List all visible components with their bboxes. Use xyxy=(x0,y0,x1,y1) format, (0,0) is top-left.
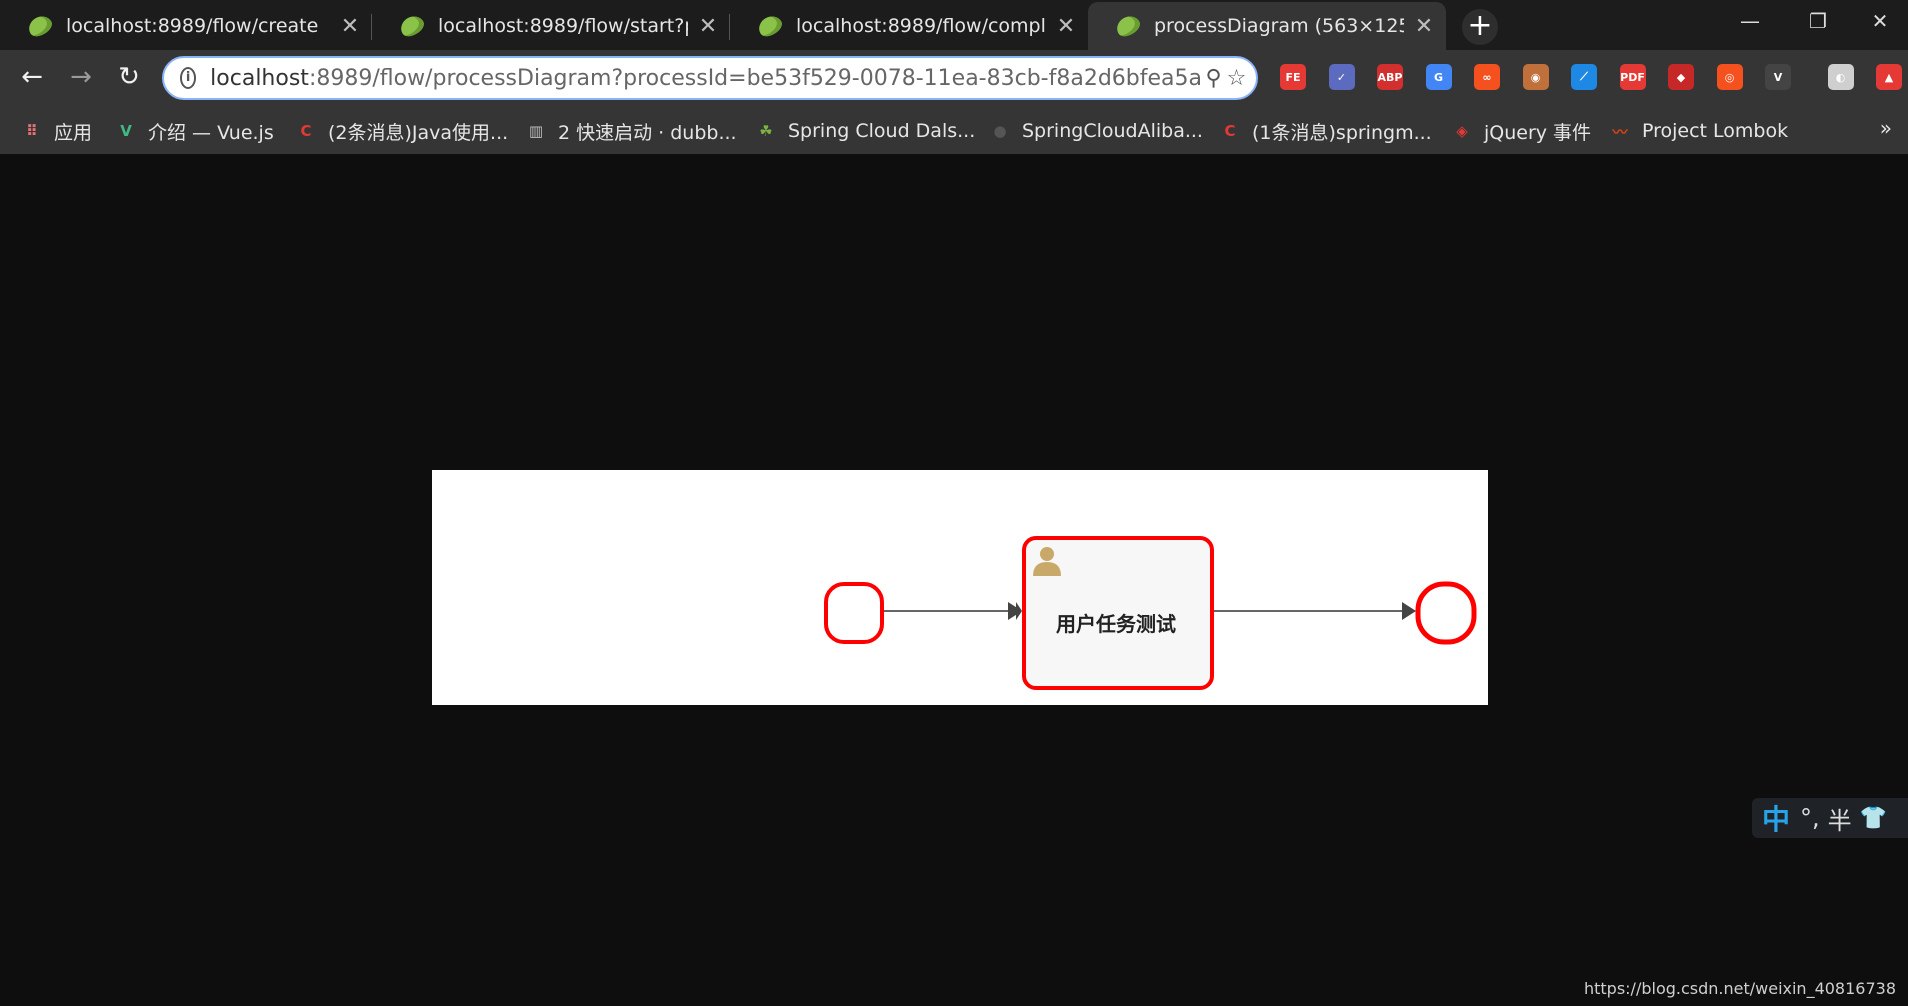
tab-flow-complete[interactable]: localhost:8989/flow/complete? ✕ xyxy=(730,2,1088,50)
close-icon[interactable]: ✕ xyxy=(1414,14,1434,39)
extension-icon[interactable]: ◎ xyxy=(1716,64,1743,90)
bookmark-item[interactable]: ☘ Spring Cloud Dals... xyxy=(756,118,975,144)
tab-title: localhost:8989/flow/start?proc xyxy=(438,15,688,37)
bookmark-item[interactable]: C (1条消息)springm... xyxy=(1220,118,1432,144)
url-text[interactable]: localhost:8989/flow/processDiagram?proce… xyxy=(210,66,1202,91)
bpmn-diagram xyxy=(824,536,1477,690)
bookmark-label: 介绍 — Vue.js xyxy=(148,121,274,144)
new-tab-button[interactable]: + xyxy=(1462,9,1498,45)
bookmarks-overflow-button[interactable]: » xyxy=(1880,116,1892,140)
bookmark-item[interactable]: C (2条消息)Java使用... xyxy=(296,118,508,144)
bookmark-favicon-icon: ☘ xyxy=(759,122,773,140)
bookmark-label: SpringCloudAliba... xyxy=(1022,120,1203,142)
bookmark-star-icon[interactable]: ☆ xyxy=(1225,66,1248,91)
extension-icon[interactable]: ◐ xyxy=(1827,64,1854,90)
minimize-button[interactable]: — xyxy=(1716,0,1784,42)
forward-button[interactable]: → xyxy=(66,62,96,92)
close-icon[interactable]: ✕ xyxy=(340,14,360,39)
spring-leaf-icon xyxy=(1113,12,1143,40)
tab-flow-start[interactable]: localhost:8989/flow/start?proc ✕ xyxy=(372,2,730,50)
url-host: localhost xyxy=(210,65,309,91)
close-icon[interactable]: ✕ xyxy=(1056,14,1076,39)
tab-title: localhost:8989/flow/create xyxy=(66,15,319,37)
bookmark-favicon-icon: ▥ xyxy=(528,122,544,140)
back-button[interactable]: ← xyxy=(17,62,47,92)
address-bar[interactable]: i localhost:8989/flow/processDiagram?pro… xyxy=(162,56,1258,100)
bookmark-label: 2 快速启动 · dubb... xyxy=(558,121,737,144)
extension-icon[interactable]: ▲ xyxy=(1876,64,1902,90)
bookmark-item[interactable]: ◈ jQuery 事件 xyxy=(1452,118,1591,144)
close-icon[interactable]: ✕ xyxy=(698,14,718,39)
bookmark-label: (1条消息)springm... xyxy=(1252,121,1432,144)
extension-icon[interactable]: G xyxy=(1425,64,1452,90)
start-event xyxy=(824,582,884,644)
ime-toolbar[interactable]: 中 °, 半 👕 xyxy=(1752,798,1908,838)
bookmark-favicon-icon: ◈ xyxy=(1456,122,1468,140)
spring-leaf-icon xyxy=(25,12,55,40)
tab-strip: localhost:8989/flow/create ✕ localhost:8… xyxy=(0,0,1908,50)
restore-button[interactable]: ❐ xyxy=(1784,0,1852,42)
extension-icon[interactable]: ◉ xyxy=(1522,64,1549,90)
bookmark-label: Project Lombok xyxy=(1642,120,1789,142)
tab-title: localhost:8989/flow/complete? xyxy=(796,15,1046,37)
csdn-watermark: https://blog.csdn.net/weixin_40816738 xyxy=(1583,979,1896,998)
ime-skin-icon[interactable]: 👕 xyxy=(1860,806,1887,831)
reload-button[interactable]: ↻ xyxy=(114,62,144,92)
ime-language-toggle[interactable]: 中 xyxy=(1762,798,1790,838)
bookmark-favicon-icon: ⠿ xyxy=(26,122,38,140)
extension-icon[interactable]: ABP xyxy=(1377,64,1403,90)
bookmark-item[interactable]: 〰 Project Lombok xyxy=(1610,118,1788,144)
ime-width-toggle[interactable]: 半 xyxy=(1828,801,1852,836)
extension-icon[interactable]: FE xyxy=(1280,64,1306,90)
site-info-icon[interactable]: i xyxy=(180,67,197,89)
bookmark-item[interactable]: ▥ 2 快速启动 · dubb... xyxy=(526,118,737,144)
zoom-icon[interactable]: ⚲ xyxy=(1202,66,1225,91)
bookmark-favicon-icon: C xyxy=(1224,122,1236,140)
bookmark-favicon-icon: 〰 xyxy=(1612,122,1628,141)
user-task-label: 用户任务测试 xyxy=(1056,612,1176,636)
extension-icon[interactable]: ◆ xyxy=(1668,64,1694,90)
browser-toolbar: ← → ↻ i localhost:8989/flow/processDiagr… xyxy=(0,50,1908,106)
window-close-button[interactable]: ✕ xyxy=(1852,0,1908,42)
bookmark-favicon-icon: ● xyxy=(993,122,1007,140)
end-event xyxy=(1415,581,1477,645)
bookmark-item[interactable]: ● SpringCloudAliba... xyxy=(990,118,1203,144)
extension-icon[interactable]: PDF xyxy=(1619,64,1646,90)
bookmark-favicon-icon: C xyxy=(300,122,312,140)
url-path: :8989/flow/processDiagram?processId=be53… xyxy=(308,65,1202,91)
tab-flow-create[interactable]: localhost:8989/flow/create ✕ xyxy=(0,2,372,50)
extension-icon[interactable]: V xyxy=(1765,64,1791,90)
bookmark-label: Spring Cloud Dals... xyxy=(788,120,976,142)
extension-icon[interactable]: ∞ xyxy=(1474,64,1500,90)
bookmark-item[interactable]: V 介绍 — Vue.js xyxy=(116,118,274,144)
bookmark-favicon-icon: V xyxy=(120,122,132,140)
tab-title: processDiagram (563×125) xyxy=(1154,15,1404,37)
bookmarks-bar: ⠿ 应用 V 介绍 — Vue.js C (2条消息)Java使用... ▥ 2 快速启动 ·… xyxy=(0,106,1908,154)
tab-process-diagram[interactable]: processDiagram (563×125) ✕ xyxy=(1088,2,1446,50)
bookmark-label: 应用 xyxy=(54,121,93,144)
spring-leaf-icon xyxy=(397,12,427,40)
bookmark-label: jQuery 事件 xyxy=(1484,121,1592,144)
extension-icon[interactable]: ✓ xyxy=(1328,64,1355,90)
flow-arrowhead-1b xyxy=(1008,602,1022,620)
bookmark-label: (2条消息)Java使用... xyxy=(328,121,509,144)
extension-icon[interactable]: ⟋ xyxy=(1571,64,1597,90)
ime-punctuation-toggle[interactable]: °, xyxy=(1800,804,1820,832)
process-diagram-image: 用户任务测试 xyxy=(432,470,1488,705)
bookmark-item[interactable]: ⠿ 应用 xyxy=(22,118,92,144)
flow-arrowhead-2 xyxy=(1402,602,1416,620)
spring-leaf-icon xyxy=(755,12,785,40)
